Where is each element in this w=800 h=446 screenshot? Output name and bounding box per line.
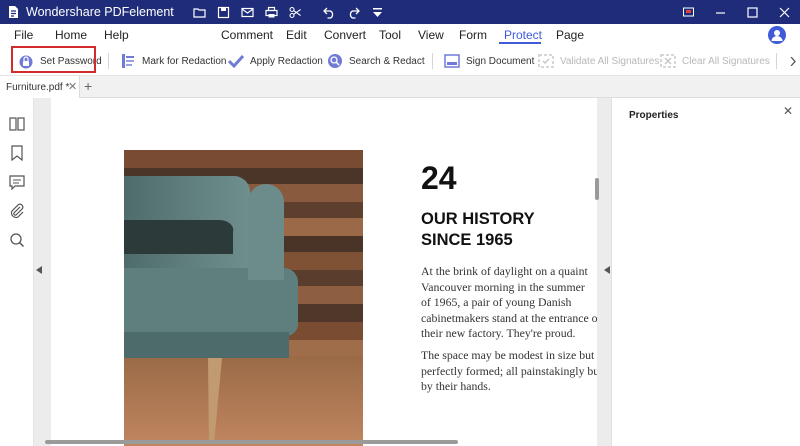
scissors-icon[interactable] (284, 0, 308, 24)
sign-document-label: Sign Document (466, 55, 535, 67)
attachment-icon[interactable] (9, 203, 25, 219)
vertical-scrollbar[interactable] (595, 178, 599, 200)
print-icon[interactable] (260, 0, 284, 24)
history-heading: OUR HISTORY SINCE 1965 (421, 209, 535, 251)
redo-icon[interactable] (342, 0, 366, 24)
menu-comment[interactable]: Comment (221, 28, 273, 42)
close-icon[interactable] (768, 0, 800, 24)
app-logo-icon (9, 6, 18, 18)
paragraph-line: their new factory. They're proud. (421, 326, 576, 340)
apply-redaction-button[interactable]: Apply Redaction (228, 51, 323, 71)
history-paragraph-2: The space may be modest in size but it's… (421, 348, 597, 395)
tab-close-icon[interactable]: ✕ (68, 80, 77, 93)
save-icon[interactable] (212, 0, 236, 24)
paragraph-line: cabinetmakers stand at the entrance of (421, 310, 597, 325)
menu-page[interactable]: Page (556, 28, 584, 42)
menu-bar: File Home Help Comment Edit Convert Tool… (0, 24, 800, 46)
minimize-icon[interactable] (704, 0, 736, 24)
undo-icon[interactable] (318, 0, 342, 24)
page-number-heading: 24 (421, 160, 457, 196)
validate-signature-icon (538, 54, 554, 68)
title-bar: Wondershare PDFelement (0, 0, 800, 24)
mark-for-redaction-label: Mark for Redaction (142, 55, 227, 67)
thumbnails-icon[interactable] (9, 116, 25, 132)
user-avatar-icon[interactable] (768, 26, 786, 44)
protect-ribbon: Set Password Mark for Redaction Apply Re… (0, 46, 800, 76)
search-redact-icon (328, 54, 342, 68)
menu-edit[interactable]: Edit (286, 28, 307, 42)
history-paragraph-1: At the brink of daylight on a quaint Van… (421, 264, 597, 342)
collapse-right-panel-icon[interactable] (604, 266, 610, 274)
collapse-left-panel-icon[interactable] (36, 266, 42, 274)
properties-title: Properties (629, 110, 679, 121)
armchair-photo (124, 150, 363, 446)
signature-icon (444, 54, 460, 68)
email-icon[interactable] (236, 0, 260, 24)
horizontal-scrollbar[interactable] (45, 440, 458, 444)
sign-document-button[interactable]: Sign Document (444, 51, 534, 71)
redaction-marker-icon (122, 54, 134, 68)
search-redact-label: Search & Redact (349, 55, 425, 67)
menu-convert[interactable]: Convert (324, 28, 366, 42)
paragraph-line: of 1965, a pair of young Danish (421, 295, 572, 309)
paragraph-line: At the brink of daylight on a quaint (421, 264, 588, 278)
maximize-icon[interactable] (736, 0, 768, 24)
app-title: Wondershare PDFelement (26, 5, 174, 19)
menu-home[interactable]: Home (55, 28, 87, 42)
set-password-highlight (11, 46, 96, 73)
left-sidebar (0, 98, 34, 446)
dropdown-icon[interactable] (366, 0, 390, 24)
apply-redaction-label: Apply Redaction (250, 55, 323, 67)
new-tab-icon[interactable]: + (84, 78, 92, 94)
paragraph-line: by their hands. (421, 379, 491, 393)
menu-help[interactable]: Help (104, 28, 129, 42)
heading-line-2: SINCE 1965 (421, 231, 513, 249)
checkmark-icon (228, 54, 244, 69)
menu-tool[interactable]: Tool (379, 28, 401, 42)
paragraph-line: The space may be modest in size but it's (421, 348, 597, 362)
pdf-page[interactable]: 24 OUR HISTORY SINCE 1965 At the brink o… (51, 98, 597, 446)
clear-all-signatures-label: Clear All Signatures (682, 55, 770, 67)
active-menu-indicator (499, 42, 541, 44)
document-tab-bar: Furniture.pdf * ✕ + (0, 76, 800, 98)
mark-for-redaction-button[interactable]: Mark for Redaction (120, 51, 226, 71)
properties-panel: Properties ✕ (611, 98, 800, 446)
ribbon-scroll-right-icon[interactable] (790, 57, 796, 66)
clear-signature-icon (660, 54, 676, 68)
menu-file[interactable]: File (14, 28, 33, 42)
paragraph-line: perfectly formed; all painstakingly buil… (421, 363, 597, 378)
comment-icon[interactable] (9, 174, 25, 190)
search-redact-button[interactable]: Search & Redact (327, 51, 425, 71)
paragraph-line: Vancouver morning in the summer (421, 279, 585, 294)
menu-form[interactable]: Form (459, 28, 487, 42)
validate-all-signatures-button[interactable]: Validate All Signatures (538, 51, 659, 71)
validate-all-signatures-label: Validate All Signatures (560, 55, 660, 67)
bookmark-icon[interactable] (9, 145, 25, 161)
open-folder-icon[interactable] (188, 0, 212, 24)
menu-view[interactable]: View (418, 28, 444, 42)
search-icon[interactable] (9, 232, 25, 248)
document-tab-name: Furniture.pdf * (6, 81, 70, 93)
menu-protect[interactable]: Protect (504, 28, 542, 42)
feedback-icon[interactable] (672, 0, 704, 24)
heading-line-1: OUR HISTORY (421, 210, 535, 228)
properties-close-icon[interactable]: ✕ (783, 104, 793, 118)
clear-all-signatures-button[interactable]: Clear All Signatures (660, 51, 770, 71)
